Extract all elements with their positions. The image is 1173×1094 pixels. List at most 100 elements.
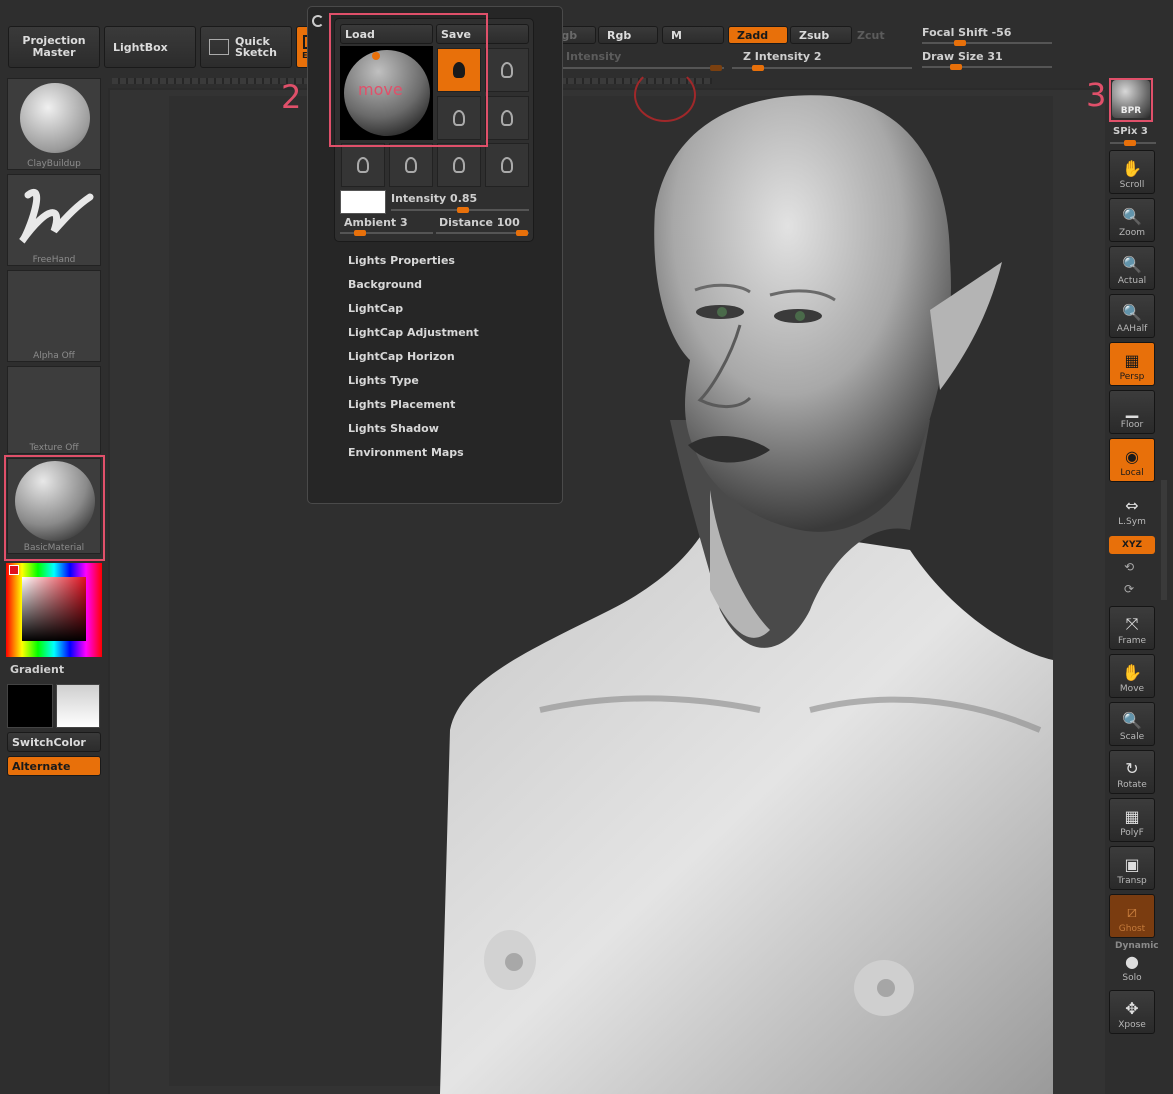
xyz-button[interactable]: XYZ	[1109, 536, 1155, 554]
color-picker[interactable]	[6, 563, 102, 657]
transp-label: Transp	[1117, 876, 1147, 886]
rotate-y-icon[interactable]: ⟲	[1124, 560, 1134, 574]
scale-button[interactable]: 🔍 Scale	[1109, 702, 1155, 746]
m-button[interactable]: M	[662, 26, 724, 44]
switch-color-button[interactable]: SwitchColor	[7, 732, 101, 752]
hand-icon: ✋	[1122, 158, 1142, 178]
menu-lights-placement[interactable]: Lights Placement	[348, 398, 455, 411]
distance-label: Distance 100	[439, 216, 520, 229]
solo-icon: ●	[1125, 952, 1139, 971]
light-slot-4[interactable]	[485, 96, 529, 140]
brush-thumbnail[interactable]: ClayBuildup	[7, 78, 101, 170]
menu-lightcap-horizon[interactable]: LightCap Horizon	[348, 350, 455, 363]
scale-label: Scale	[1119, 732, 1145, 742]
menu-lightcap-adjustment[interactable]: LightCap Adjustment	[348, 326, 479, 339]
menu-lights-shadow[interactable]: Lights Shadow	[348, 422, 439, 435]
light-slot-6[interactable]	[389, 143, 433, 187]
distance-slider[interactable]	[436, 230, 529, 236]
menu-background[interactable]: Background	[348, 278, 422, 291]
quick-sketch-button[interactable]: Quick Sketch	[200, 26, 292, 68]
magnifier-icon: 🔍	[1122, 206, 1142, 226]
rotate-z-icon[interactable]: ⟳	[1124, 582, 1134, 596]
persp-button[interactable]: ▦ Persp	[1109, 342, 1155, 386]
z-intensity-slider[interactable]	[732, 65, 912, 71]
alternate-button[interactable]: Alternate	[7, 756, 101, 776]
menu-environment-maps[interactable]: Environment Maps	[348, 446, 464, 459]
ambient-label: Ambient 3	[344, 216, 408, 229]
light-intensity-label: Intensity 0.85	[391, 192, 478, 205]
dynamic-label: Dynamic	[1115, 941, 1159, 951]
stroke-label: FreeHand	[32, 255, 76, 265]
focal-shift-slider[interactable]	[922, 40, 1052, 46]
freehand-stroke-icon	[19, 188, 94, 244]
projection-master-button[interactable]: Projection Master	[8, 26, 100, 68]
solo-label: Solo	[1122, 973, 1142, 983]
rgb-button[interactable]: Rgb	[598, 26, 658, 44]
lightbulb-icon	[501, 62, 513, 78]
local-button[interactable]: ◉ Local	[1109, 438, 1155, 482]
move-button[interactable]: ✋ Move	[1109, 654, 1155, 698]
zsub-button[interactable]: Zsub	[790, 26, 852, 44]
floor-button[interactable]: ▁ Floor	[1109, 390, 1155, 434]
ambient-slider[interactable]	[340, 230, 433, 236]
magnifier-icon: 🔍	[1122, 710, 1142, 730]
switch-color-label: SwitchColor	[12, 735, 86, 749]
rgb-intensity-slider[interactable]	[538, 65, 724, 71]
light-slot-8[interactable]	[485, 143, 529, 187]
aahalf-button[interactable]: 🔍 AAHalf	[1109, 294, 1155, 338]
document-canvas[interactable]	[110, 68, 1105, 1094]
draw-size-slider[interactable]	[922, 64, 1052, 70]
solo-button[interactable]: ● Solo	[1109, 952, 1155, 986]
stroke-thumbnail[interactable]: FreeHand	[7, 174, 101, 266]
perspective-grid-icon: ▦	[1124, 350, 1140, 370]
ghost-icon: ⧄	[1126, 902, 1138, 921]
lsym-label: L.Sym	[1118, 517, 1146, 527]
lightbulb-icon	[501, 110, 513, 126]
alpha-thumbnail[interactable]: Alpha Off	[7, 270, 101, 362]
actual-label: Actual	[1117, 276, 1147, 286]
xpose-button[interactable]: ✥ Xpose	[1109, 990, 1155, 1034]
lightbulb-icon	[405, 157, 417, 173]
zoom-label: Zoom	[1119, 228, 1145, 238]
frame-button[interactable]: ⤧ Frame	[1109, 606, 1155, 650]
menu-lights-type[interactable]: Lights Type	[348, 374, 419, 387]
symmetry-icon: ⇔	[1125, 495, 1139, 515]
texture-thumbnail[interactable]: Texture Off	[7, 366, 101, 454]
lightbox-button[interactable]: LightBox	[104, 26, 196, 68]
spix-slider[interactable]	[1110, 140, 1156, 146]
zadd-button[interactable]: Zadd	[728, 26, 788, 44]
light-color-swatch[interactable]	[340, 190, 386, 214]
light-intensity-slider[interactable]	[391, 207, 529, 213]
light-slot-7[interactable]	[437, 143, 481, 187]
lightbox-label: LightBox	[113, 40, 168, 54]
refresh-icon[interactable]	[312, 15, 324, 27]
actual-button[interactable]: 🔍 Actual	[1109, 246, 1155, 290]
gradient-label[interactable]: Gradient	[10, 663, 64, 676]
menu-lightcap[interactable]: LightCap	[348, 302, 403, 315]
main-color-swatch[interactable]	[7, 684, 53, 728]
light-slot-5[interactable]	[341, 143, 385, 187]
ghost-button[interactable]: ⧄ Ghost	[1109, 894, 1155, 938]
menu-lights-properties[interactable]: Lights Properties	[348, 254, 455, 267]
annotation-number-3: 3	[1086, 76, 1107, 114]
texture-label: Texture Off	[29, 443, 79, 453]
transp-button[interactable]: ▣ Transp	[1109, 846, 1155, 890]
right-shelf-scrollbar[interactable]	[1161, 480, 1167, 600]
brush-label: ClayBuildup	[27, 159, 81, 169]
scroll-button[interactable]: ✋ Scroll	[1109, 150, 1155, 194]
color-picker-cursor	[9, 565, 19, 575]
secondary-color-swatch[interactable]	[56, 684, 100, 728]
rotate-button[interactable]: ↻ Rotate	[1109, 750, 1155, 794]
m-label: M	[671, 28, 682, 42]
lsym-button[interactable]: ⇔ L.Sym	[1109, 486, 1155, 530]
zoom-button[interactable]: 🔍 Zoom	[1109, 198, 1155, 242]
color-picker-square[interactable]	[22, 577, 86, 641]
polyf-button[interactable]: ▦ PolyF	[1109, 798, 1155, 842]
light-slot-2[interactable]	[485, 48, 529, 92]
draw-size-label: Draw Size 31	[922, 50, 1003, 63]
transparency-icon: ▣	[1124, 854, 1140, 874]
focal-shift-label: Focal Shift -56	[922, 26, 1012, 39]
rgb-label: Rgb	[607, 28, 632, 42]
zcut-button[interactable]: Zcut	[857, 29, 885, 42]
lightbulb-icon	[501, 157, 513, 173]
